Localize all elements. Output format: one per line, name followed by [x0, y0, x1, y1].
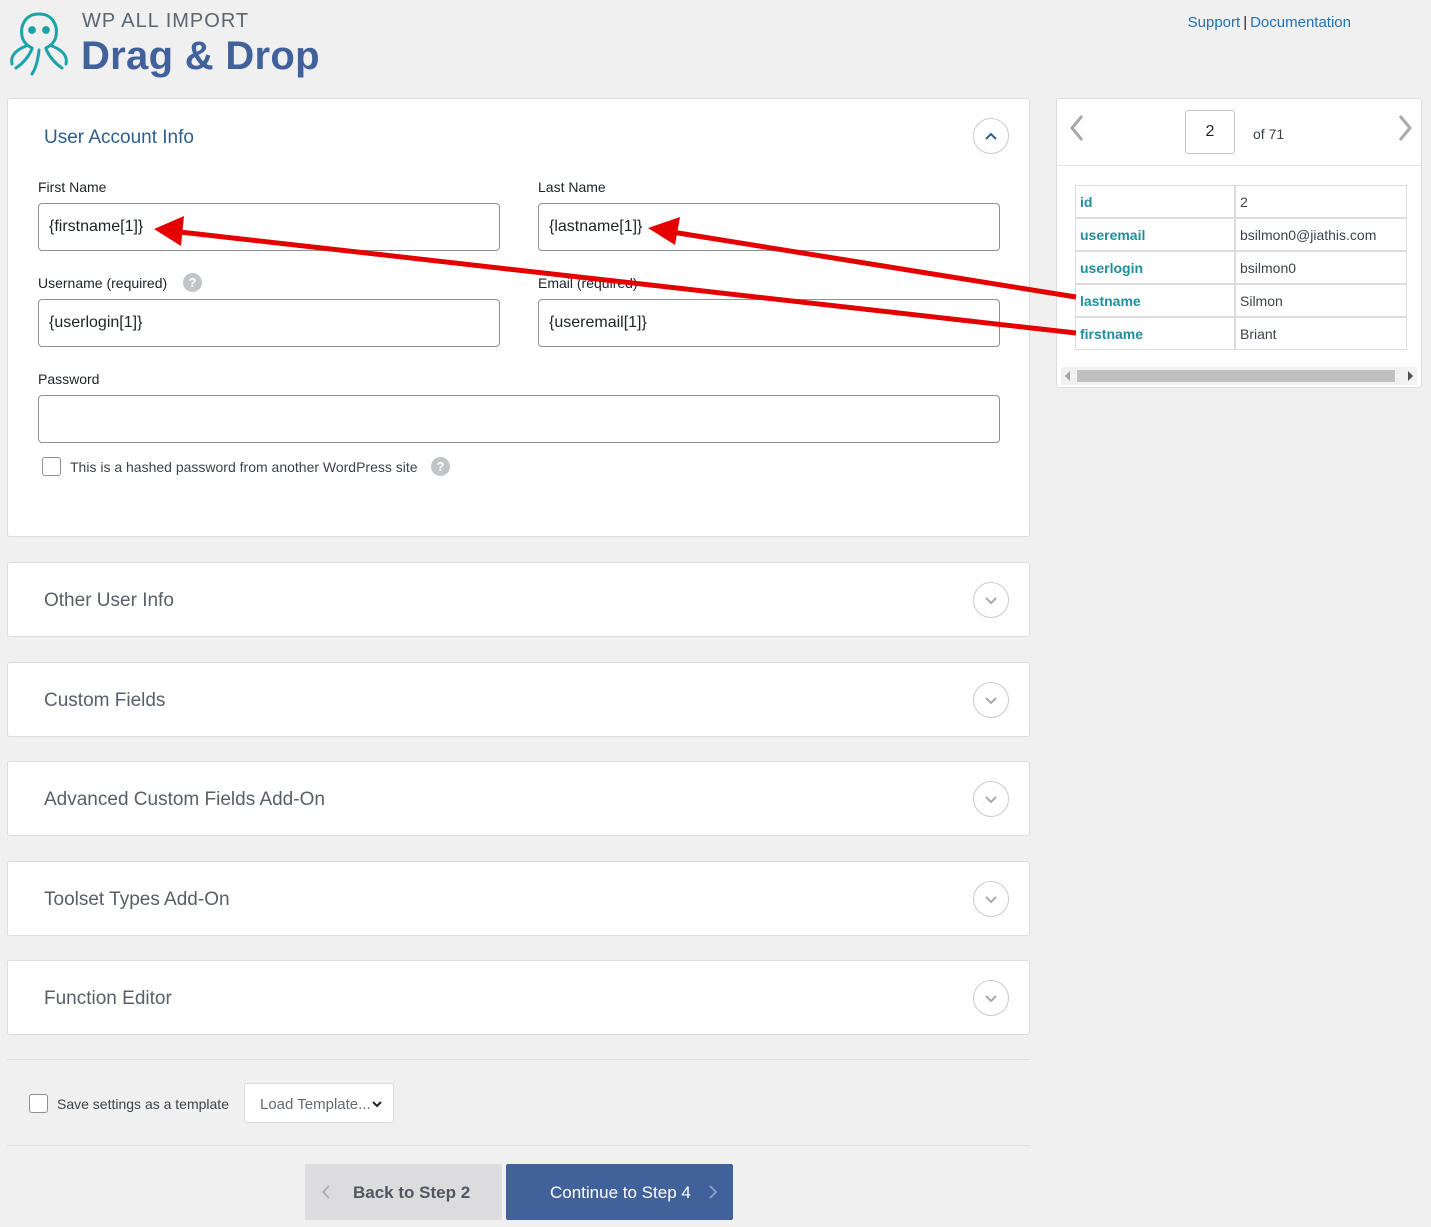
- chevron-down-icon: [985, 597, 997, 605]
- section-title: Advanced Custom Fields Add-On: [44, 789, 325, 810]
- expand-toggle[interactable]: [973, 582, 1009, 618]
- record-number-input[interactable]: [1185, 110, 1235, 154]
- expand-toggle[interactable]: [973, 781, 1009, 817]
- brand-title: Drag & Drop: [81, 34, 320, 78]
- back-button-label: Back to Step 2: [353, 1183, 471, 1202]
- documentation-link[interactable]: Documentation: [1250, 14, 1351, 31]
- record-value: Silmon: [1235, 284, 1407, 317]
- username-label: Username (required): [38, 275, 168, 291]
- username-field[interactable]: [38, 299, 500, 347]
- first-name-field[interactable]: [38, 203, 500, 251]
- table-row: firstname Briant: [1075, 317, 1407, 350]
- record-preview: of 71 id2 useremailbsilmon0@jiathis.com …: [1056, 98, 1422, 388]
- horizontal-scrollbar[interactable]: [1061, 367, 1417, 385]
- username-help-icon[interactable]: ?: [183, 273, 202, 292]
- load-template-value: Load Template...: [260, 1096, 371, 1113]
- section-title: Custom Fields: [44, 690, 166, 711]
- record-value: bsilmon0@jiathis.com: [1235, 218, 1407, 251]
- record-key[interactable]: lastname: [1075, 284, 1235, 317]
- chevron-down-icon: [985, 995, 997, 1003]
- continue-button-label: Continue to Step 4: [550, 1183, 691, 1202]
- record-total: of 71: [1253, 126, 1285, 142]
- footer-divider: [7, 1059, 1030, 1060]
- record-key[interactable]: useremail: [1075, 218, 1235, 251]
- chevron-down-icon: [985, 697, 997, 705]
- first-name-label: First Name: [38, 179, 107, 195]
- record-value: 2: [1235, 185, 1407, 218]
- chevron-down-icon: [372, 1101, 382, 1108]
- hashed-password-label: This is a hashed password from another W…: [70, 459, 418, 475]
- hashed-password-help-icon[interactable]: ?: [431, 457, 450, 476]
- record-key[interactable]: id: [1075, 185, 1235, 218]
- next-record-icon[interactable]: [1395, 113, 1415, 143]
- email-field[interactable]: [538, 299, 1000, 347]
- chevron-down-icon: [985, 796, 997, 804]
- chevron-left-icon: [321, 1185, 330, 1199]
- load-template-select[interactable]: Load Template...: [244, 1083, 394, 1123]
- table-row: useremail bsilmon0@jiathis.com: [1075, 218, 1407, 251]
- save-template-checkbox[interactable]: [29, 1094, 48, 1113]
- record-key[interactable]: userlogin: [1075, 251, 1235, 284]
- chevron-up-icon: [985, 132, 997, 140]
- expand-toggle[interactable]: [973, 881, 1009, 917]
- record-table: id 2 useremail bsilmon0@jiathis.com userlo…: [1075, 185, 1407, 350]
- password-field[interactable]: [38, 395, 1000, 443]
- scrollbar-thumb[interactable]: [1077, 370, 1395, 382]
- brand-subtitle: WP ALL IMPORT: [82, 10, 250, 32]
- expand-toggle[interactable]: [973, 980, 1009, 1016]
- last-name-label: Last Name: [538, 179, 606, 195]
- table-row: id 2: [1075, 185, 1407, 218]
- back-button[interactable]: Back to Step 2: [305, 1164, 502, 1220]
- chevron-right-icon: [709, 1185, 718, 1199]
- record-value: Briant: [1235, 317, 1407, 350]
- scroll-left-icon[interactable]: [1065, 371, 1070, 381]
- user-account-title[interactable]: User Account Info: [44, 127, 194, 149]
- section-toolset-addon[interactable]: Toolset Types Add-On: [7, 861, 1030, 936]
- section-title: Toolset Types Add-On: [44, 889, 230, 910]
- record-value: bsilmon0: [1235, 251, 1407, 284]
- section-custom-fields[interactable]: Custom Fields: [7, 662, 1030, 737]
- continue-button[interactable]: Continue to Step 4: [506, 1164, 733, 1220]
- preview-divider: [1057, 165, 1421, 166]
- table-row: lastname Silmon: [1075, 284, 1407, 317]
- footer-divider: [7, 1145, 1030, 1146]
- password-label: Password: [38, 371, 100, 387]
- octopus-logo-icon: [10, 12, 68, 76]
- chevron-down-icon: [985, 896, 997, 904]
- email-label: Email (required): [538, 275, 638, 291]
- section-title: Function Editor: [44, 988, 172, 1009]
- section-title: Other User Info: [44, 590, 174, 611]
- collapse-toggle[interactable]: [973, 118, 1009, 154]
- record-key[interactable]: firstname: [1075, 317, 1235, 350]
- link-separator: |: [1243, 14, 1248, 31]
- table-row: userlogin bsilmon0: [1075, 251, 1407, 284]
- support-link[interactable]: Support: [1188, 14, 1241, 31]
- section-other-user-info[interactable]: Other User Info: [7, 562, 1030, 637]
- section-function-editor[interactable]: Function Editor: [7, 960, 1030, 1035]
- expand-toggle[interactable]: [973, 682, 1009, 718]
- section-acf-addon[interactable]: Advanced Custom Fields Add-On: [7, 761, 1030, 836]
- last-name-field[interactable]: [538, 203, 1000, 251]
- hashed-password-checkbox[interactable]: [42, 457, 61, 476]
- scroll-right-icon[interactable]: [1408, 371, 1413, 381]
- top-links: Support | Documentation: [1188, 14, 1351, 31]
- save-template-label: Save settings as a template: [57, 1096, 229, 1112]
- previous-record-icon[interactable]: [1067, 113, 1087, 143]
- user-account-panel: User Account Info First Name Last Name U…: [7, 98, 1030, 537]
